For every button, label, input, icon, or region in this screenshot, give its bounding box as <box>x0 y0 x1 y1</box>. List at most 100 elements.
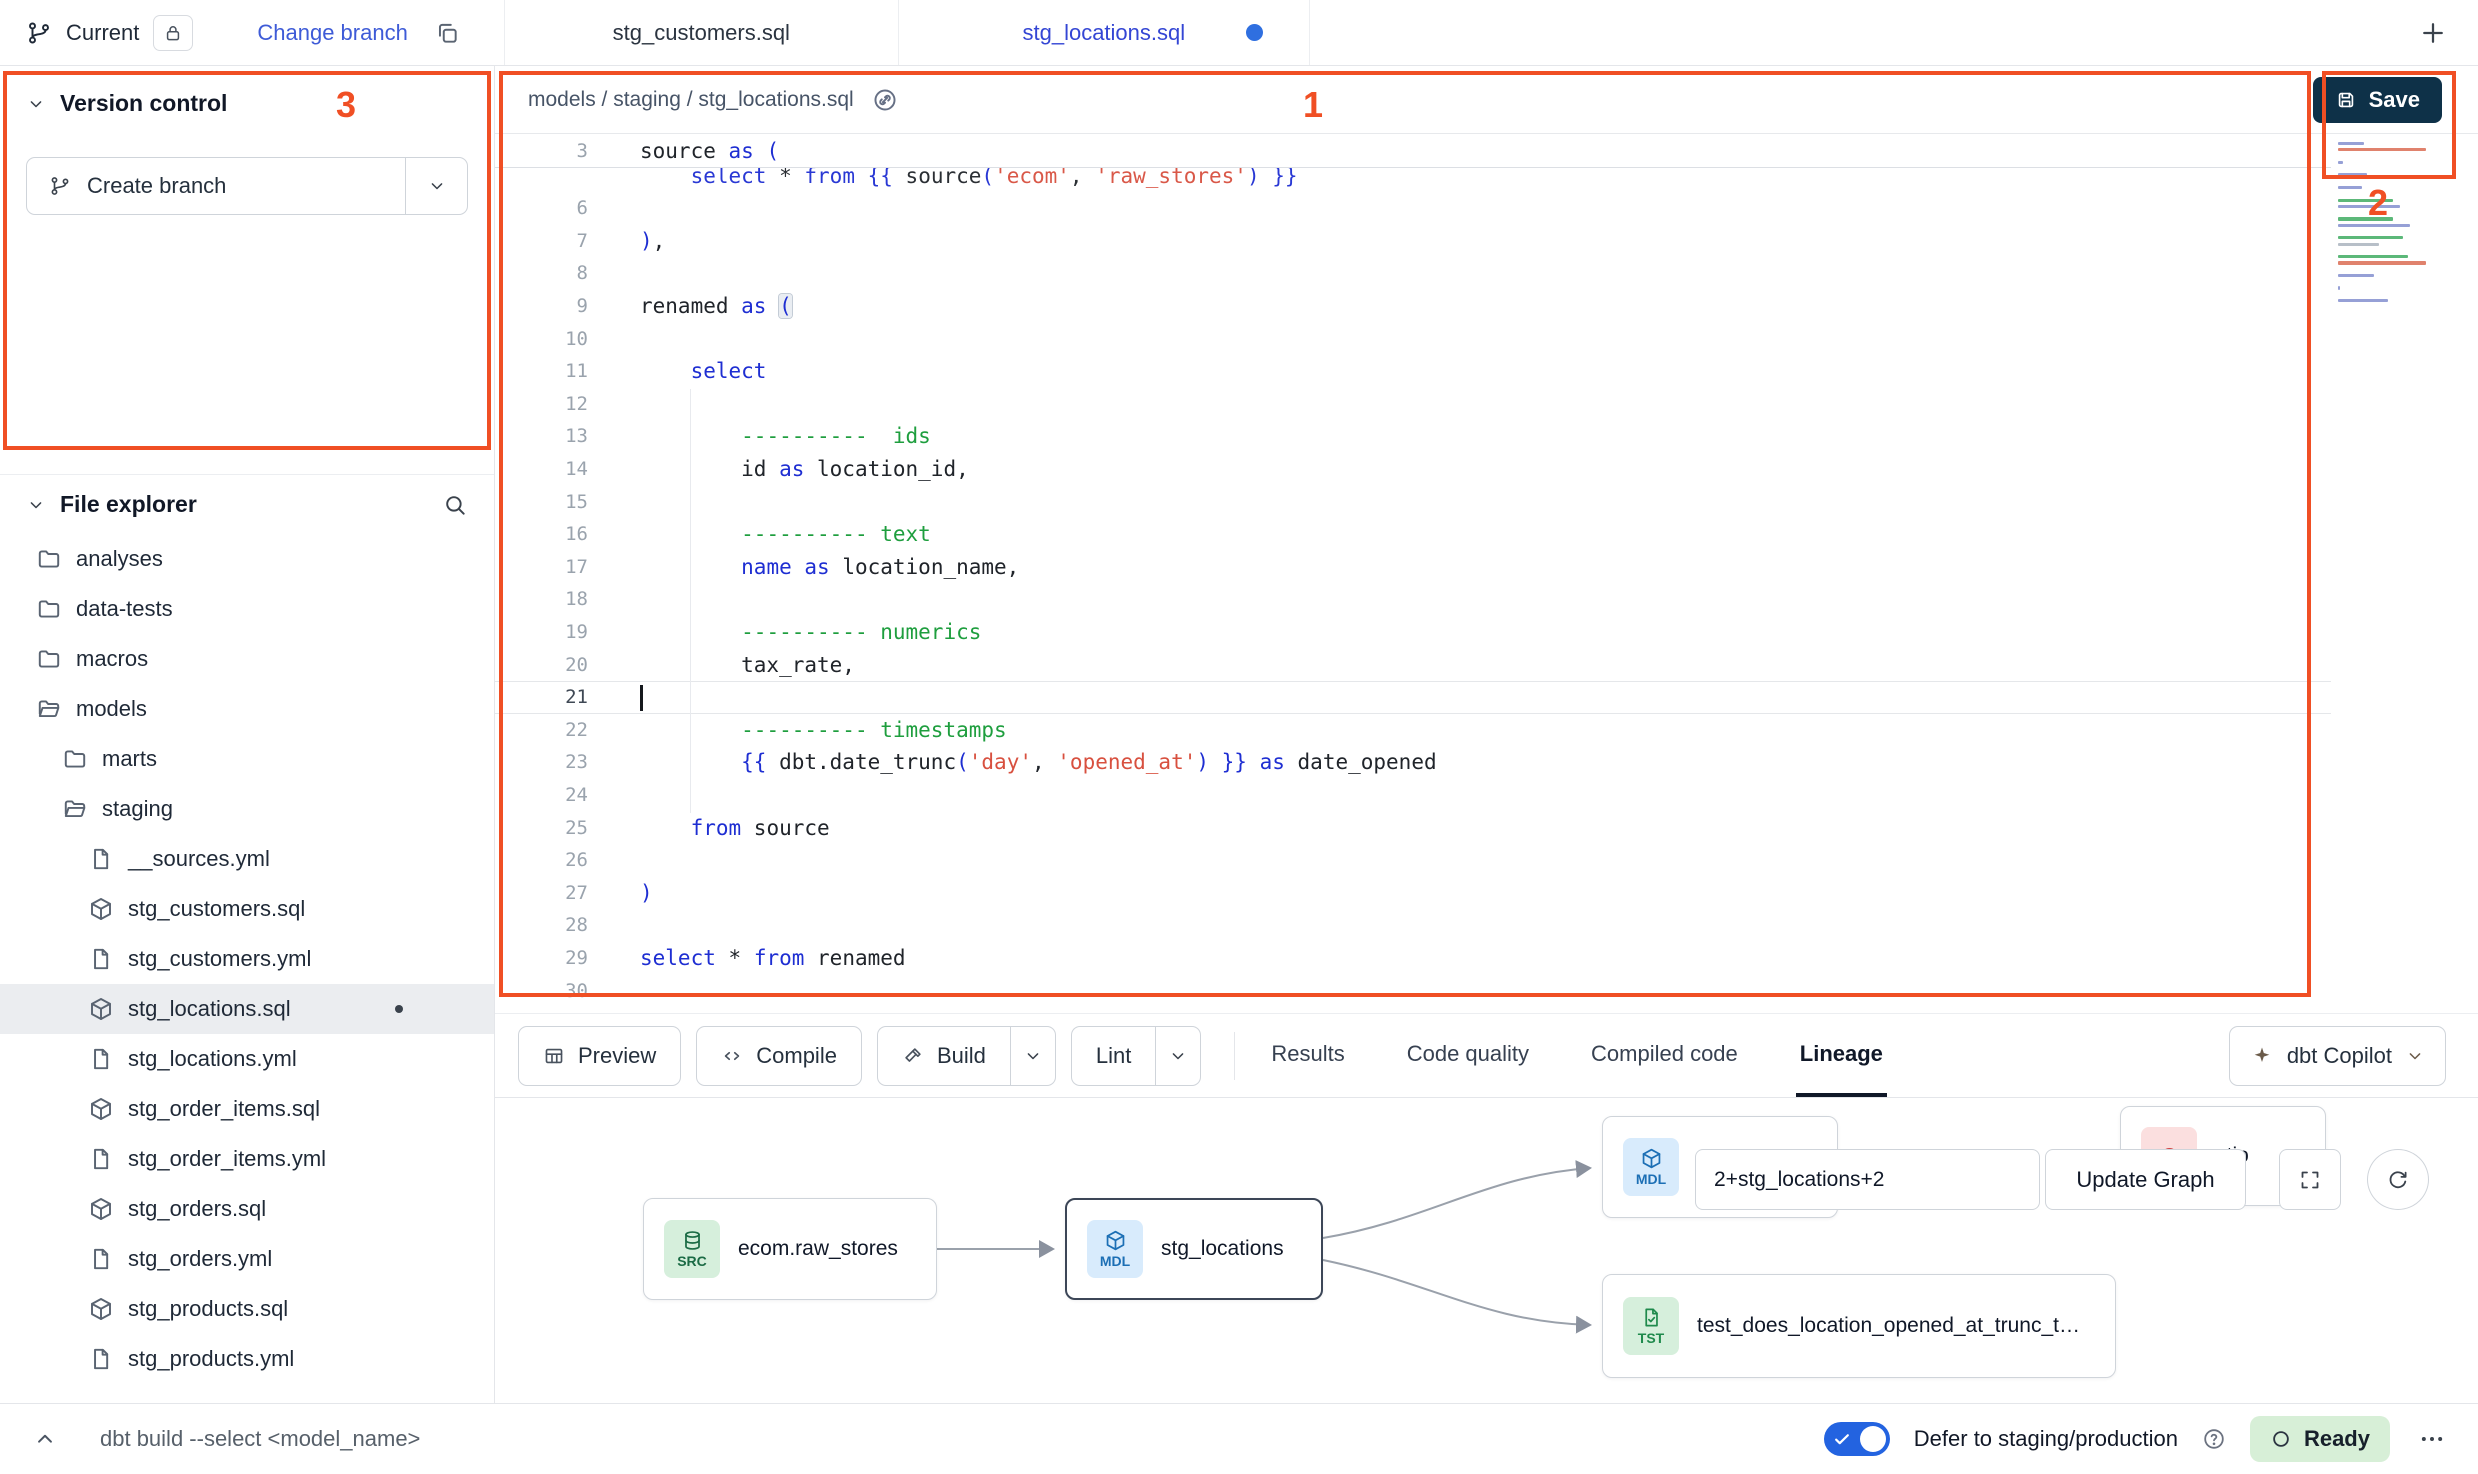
file-row-stg-customers-yml[interactable]: stg_customers.yml <box>0 934 494 984</box>
line-number: 16 <box>495 523 615 545</box>
file-row-stg-order-items-sql[interactable]: stg_order_items.sql <box>0 1084 494 1134</box>
code-line[interactable]: 17 name as location_name, <box>495 551 2331 584</box>
file-row-stg-products-yml[interactable]: stg_products.yml <box>0 1334 494 1384</box>
tst-badge: TST <box>1623 1297 1679 1355</box>
ready-label: Ready <box>2304 1426 2370 1452</box>
lint-button[interactable]: Lint <box>1071 1026 1155 1086</box>
node-label: stg_locations <box>1161 1237 1284 1261</box>
code-line[interactable]: 18 <box>495 583 2331 616</box>
code-line[interactable]: 14 id as location_id, <box>495 453 2331 486</box>
file-row-stg-customers-sql[interactable]: stg_customers.sql <box>0 884 494 934</box>
search-icon[interactable] <box>442 492 468 518</box>
create-branch-button[interactable]: Create branch <box>27 158 405 214</box>
tab-code-quality[interactable]: Code quality <box>1403 1014 1533 1097</box>
line-number: 15 <box>495 491 615 513</box>
defer-toggle[interactable] <box>1824 1422 1890 1456</box>
tab-lineage[interactable]: Lineage <box>1796 1014 1887 1097</box>
file-row-analyses[interactable]: analyses <box>0 534 494 584</box>
lineage-node-src_raw_stores[interactable]: SRCecom.raw_stores <box>643 1198 937 1300</box>
file-row-staging[interactable]: staging <box>0 784 494 834</box>
refresh-button[interactable] <box>2367 1149 2429 1210</box>
code-line[interactable]: 6 <box>495 192 2331 225</box>
code-line[interactable]: 21 <box>495 681 2331 714</box>
change-branch-link[interactable]: Change branch <box>257 20 407 46</box>
new-tab-icon[interactable] <box>2418 18 2448 48</box>
code-editor[interactable]: 3source as ( select * from {{ source('ec… <box>495 134 2478 1013</box>
lineage-selector-input[interactable] <box>1695 1149 2040 1210</box>
copy-link-icon[interactable] <box>872 87 898 113</box>
minimap[interactable] <box>2338 142 2434 312</box>
lineage-canvas[interactable]: SRCecom.raw_storesMDLstg_locationsMDLati… <box>495 1098 2478 1403</box>
code-line[interactable]: 7), <box>495 225 2331 258</box>
code-line[interactable]: 12 <box>495 388 2331 421</box>
code-line[interactable]: 13 ---------- ids <box>495 420 2331 453</box>
more-options-icon[interactable] <box>2418 1425 2446 1453</box>
preview-button[interactable]: Preview <box>518 1026 681 1086</box>
code-line[interactable]: 9renamed as ( <box>495 290 2331 323</box>
version-control-section: Version control Create branch <box>0 66 494 474</box>
code-line[interactable]: 28 <box>495 909 2331 942</box>
tab-stg-customers[interactable]: stg_customers.sql <box>504 0 898 65</box>
model-icon <box>88 996 114 1022</box>
code-line[interactable]: 3source as ( <box>495 134 2331 168</box>
create-branch-dropdown[interactable] <box>405 158 467 214</box>
file-row-macros[interactable]: macros <box>0 634 494 684</box>
file-label: __sources.yml <box>128 846 270 872</box>
file-row-stg-orders-yml[interactable]: stg_orders.yml <box>0 1234 494 1284</box>
lineage-node-mdl_stg_locations[interactable]: MDLstg_locations <box>1065 1198 1323 1300</box>
line-number: 27 <box>495 882 615 904</box>
compile-button[interactable]: Compile <box>696 1026 862 1086</box>
code-line[interactable]: 27) <box>495 876 2331 909</box>
lint-dropdown[interactable] <box>1155 1026 1201 1086</box>
code-lines[interactable]: 3source as ( select * from {{ source('ec… <box>495 134 2331 1007</box>
code-line[interactable]: 8 <box>495 257 2331 290</box>
file-row-models[interactable]: models <box>0 684 494 734</box>
code-line[interactable]: 15 <box>495 485 2331 518</box>
copy-icon[interactable] <box>434 20 460 46</box>
update-graph-button[interactable]: Update Graph <box>2045 1149 2246 1210</box>
file-row-stg-orders-sql[interactable]: stg_orders.sql <box>0 1184 494 1234</box>
line-content: select * from renamed <box>615 946 906 970</box>
code-line[interactable]: 26 <box>495 844 2331 877</box>
code-line[interactable]: 25 from source <box>495 811 2331 844</box>
fullscreen-button[interactable] <box>2279 1149 2341 1210</box>
tab-stg-locations[interactable]: stg_locations.sql <box>898 0 1310 65</box>
code-line[interactable]: 23 {{ dbt.date_trunc('day', 'opened_at')… <box>495 746 2331 779</box>
chevron-up-icon[interactable] <box>32 1426 58 1452</box>
chevron-down-icon <box>427 176 447 196</box>
file-row-stg-order-items-yml[interactable]: stg_order_items.yml <box>0 1134 494 1184</box>
partially-scrolled-line[interactable]: select * from {{ source('ecom', 'raw_sto… <box>495 168 2331 192</box>
file-row-stg-locations-yml[interactable]: stg_locations.yml <box>0 1034 494 1084</box>
code-line[interactable]: 30 <box>495 974 2331 1007</box>
code-line[interactable]: 19 ---------- numerics <box>495 616 2331 649</box>
status-badge[interactable]: Ready <box>2250 1416 2390 1462</box>
code-line[interactable]: 16 ---------- text <box>495 518 2331 551</box>
code-line[interactable]: 11 select <box>495 355 2331 388</box>
file-row-data-tests[interactable]: data-tests <box>0 584 494 634</box>
branch-indicator: Current <box>0 15 193 51</box>
fullscreen-icon <box>2298 1168 2322 1192</box>
mdl-badge: MDL <box>1623 1138 1679 1196</box>
help-icon[interactable] <box>2202 1427 2226 1451</box>
dbt-copilot-button[interactable]: dbt Copilot <box>2229 1026 2446 1086</box>
code-line[interactable]: select * from {{ source('ecom', 'raw_sto… <box>495 168 2331 192</box>
version-control-header[interactable]: Version control <box>26 90 468 117</box>
tab-compiled-code[interactable]: Compiled code <box>1587 1014 1742 1097</box>
file-row-stg-products-sql[interactable]: stg_products.sql <box>0 1284 494 1334</box>
file-explorer-header[interactable]: File explorer <box>0 491 494 518</box>
file-row--sources-yml[interactable]: __sources.yml <box>0 834 494 884</box>
code-line[interactable]: 10 <box>495 322 2331 355</box>
code-line[interactable]: 29select * from renamed <box>495 942 2331 975</box>
tab-results[interactable]: Results <box>1267 1014 1348 1097</box>
code-line[interactable]: 22 ---------- timestamps <box>495 714 2331 747</box>
build-dropdown[interactable] <box>1010 1026 1056 1086</box>
build-button[interactable]: Build <box>877 1026 1010 1086</box>
chevron-down-icon <box>2405 1046 2425 1066</box>
defer-label: Defer to staging/production <box>1914 1426 2178 1452</box>
lineage-node-tst_test[interactable]: TSTtest_does_location_opened_at_trunc_t… <box>1602 1274 2116 1378</box>
code-line[interactable]: 20 tax_rate, <box>495 648 2331 681</box>
code-line[interactable]: 24 <box>495 779 2331 812</box>
save-button[interactable]: Save <box>2313 77 2442 123</box>
file-row-stg-locations-sql[interactable]: stg_locations.sql <box>0 984 494 1034</box>
file-row-marts[interactable]: marts <box>0 734 494 784</box>
